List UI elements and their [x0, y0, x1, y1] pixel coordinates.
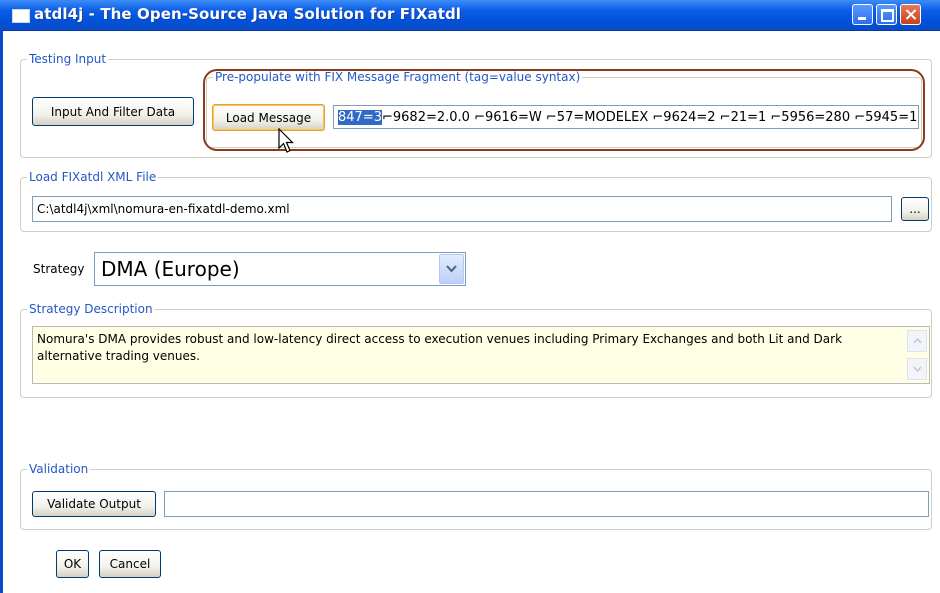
ok-button[interactable]: OK: [56, 550, 89, 578]
chevron-up-icon: [912, 338, 922, 344]
strategy-label: Strategy: [33, 262, 85, 276]
input-and-filter-data-button[interactable]: Input And Filter Data: [32, 97, 194, 126]
browse-button[interactable]: ...: [901, 197, 929, 221]
load-xml-legend: Load FIXatdl XML File: [29, 170, 157, 184]
scroll-up-button[interactable]: [907, 330, 927, 352]
xml-path-input[interactable]: C:\atdl4j\xml\nomura-en-fixatdl-demo.xml: [32, 196, 892, 222]
description-scrollbar[interactable]: [907, 330, 927, 380]
chevron-down-icon: [446, 265, 457, 273]
strategy-select[interactable]: DMA (Europe): [94, 252, 466, 286]
testing-input-legend: Testing Input: [29, 52, 107, 66]
highlight-annotation: [203, 69, 925, 151]
chevron-down-icon: [912, 366, 922, 372]
description-body: Nomura's DMA provides robust and low-lat…: [37, 332, 843, 363]
app-icon: [12, 9, 30, 23]
window-left-border: [0, 30, 3, 593]
minimize-button[interactable]: [852, 4, 873, 25]
validation-legend: Validation: [29, 462, 89, 476]
strategy-selected-value: DMA (Europe): [101, 257, 240, 281]
title-bar: atdl4j - The Open-Source Java Solution f…: [0, 0, 940, 31]
mouse-cursor-icon: [278, 128, 294, 153]
validate-output-button[interactable]: Validate Output: [32, 491, 156, 517]
validation-output-field[interactable]: [164, 491, 929, 517]
close-button[interactable]: [900, 4, 921, 25]
strategy-dropdown-button[interactable]: [439, 254, 464, 284]
maximize-button[interactable]: [876, 4, 897, 25]
strategy-description-legend: Strategy Description: [29, 302, 153, 316]
strategy-description-text: Nomura's DMA provides robust and low-lat…: [32, 326, 930, 384]
cancel-button[interactable]: Cancel: [99, 550, 161, 578]
window-title: atdl4j - The Open-Source Java Solution f…: [34, 5, 462, 23]
scroll-down-button[interactable]: [907, 358, 927, 380]
